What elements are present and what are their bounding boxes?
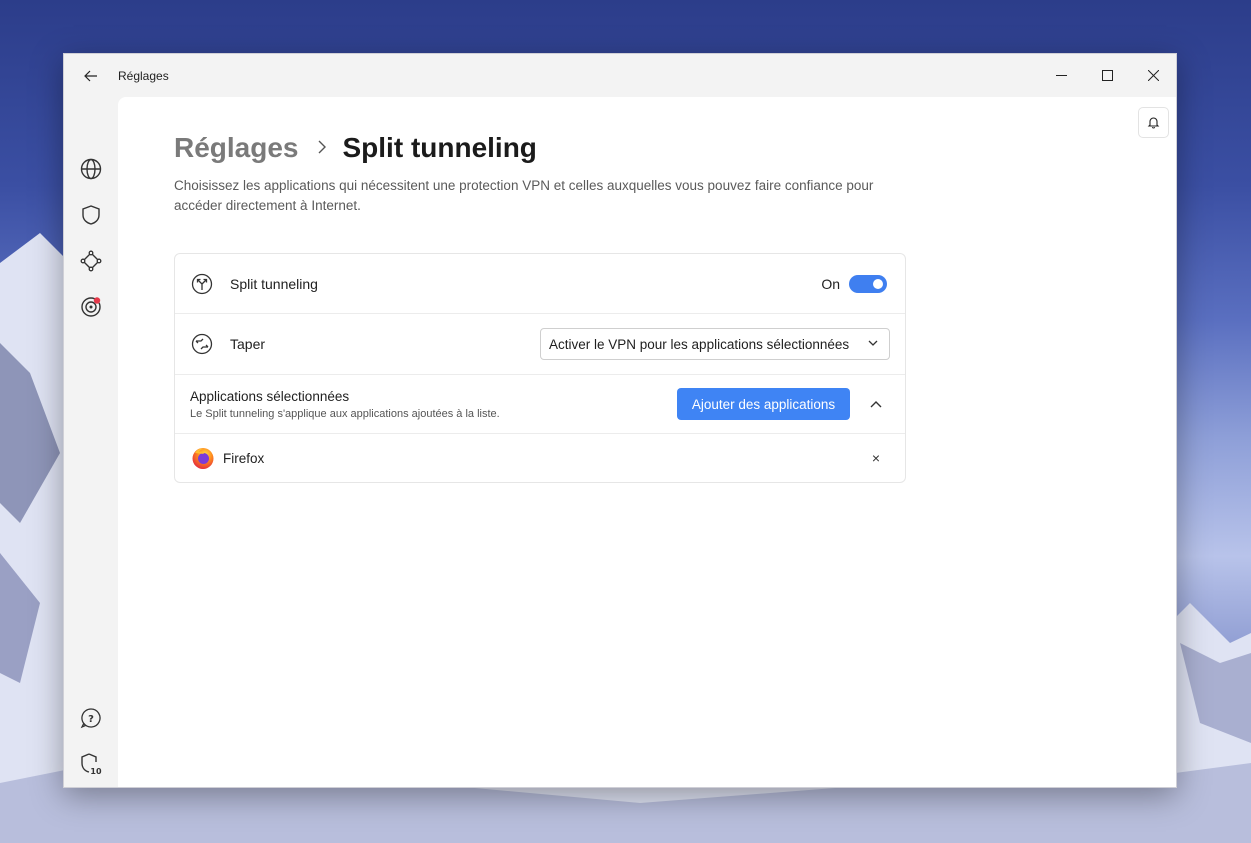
type-select-value: Activer le VPN pour les applications sél… [549, 336, 850, 352]
firefox-icon [192, 448, 214, 469]
breadcrumb: Réglages Split tunneling [174, 132, 537, 164]
app-name: Firefox [223, 450, 265, 466]
type-label: Taper [230, 336, 266, 352]
split-tunneling-row: Split tunneling On [175, 254, 905, 314]
svg-text:?: ? [88, 714, 94, 725]
chevron-down-icon [868, 340, 878, 346]
maximize-button[interactable] [1084, 54, 1130, 97]
split-tunneling-toggle[interactable] [849, 274, 887, 293]
chevron-right-icon [317, 138, 327, 159]
help-icon: ? [80, 708, 101, 729]
arrow-left-icon [84, 70, 97, 81]
selected-apps-header: Applications sélectionnées Le Split tunn… [175, 375, 905, 434]
shield-icon [82, 205, 100, 225]
maximize-icon [1101, 70, 1113, 81]
sidebar-item-help[interactable]: ? [70, 697, 112, 739]
add-apps-button[interactable]: Ajouter des applications [677, 388, 850, 420]
toggle-knob [873, 278, 883, 289]
page-description: Choisissez les applications qui nécessit… [174, 178, 874, 213]
chevron-up-icon[interactable] [869, 397, 883, 411]
minimize-button[interactable] [1038, 54, 1084, 97]
back-button[interactable] [64, 54, 118, 97]
notifications-button[interactable] [1138, 107, 1169, 138]
window-controls [1038, 54, 1176, 97]
sidebar-item-network[interactable] [70, 240, 112, 282]
selected-apps-title: Applications sélectionnées [190, 389, 350, 404]
remove-app-button[interactable]: × [869, 450, 883, 466]
close-icon [1147, 70, 1159, 81]
minimize-icon [1055, 75, 1067, 76]
split-tunneling-toggle-group: On [821, 274, 887, 293]
type-row: Taper Activer le VPN pour les applicatio… [175, 314, 905, 375]
sidebar: ? 10 [64, 97, 118, 787]
app-window: Réglages ? 10 Réglages Split tunneling C… [63, 53, 1177, 788]
sidebar-item-threat[interactable] [70, 286, 112, 328]
split-tunneling-label: Split tunneling [230, 275, 318, 292]
bell-icon [1147, 117, 1160, 129]
split-arrows-icon [191, 273, 213, 295]
page-title: Split tunneling [342, 132, 537, 163]
network-icon [80, 250, 102, 272]
app-list-item: Firefox × [175, 434, 905, 482]
selected-apps-subtitle: Le Split tunneling s'applique aux applic… [190, 408, 500, 420]
shield-ten-icon: 10 [81, 753, 102, 776]
target-icon [81, 297, 101, 317]
close-window-button[interactable] [1130, 54, 1176, 97]
sidebar-item-shield-10[interactable]: 10 [70, 743, 112, 785]
sidebar-item-protection[interactable] [70, 194, 112, 236]
globe-icon [80, 158, 102, 180]
window-title: Réglages [118, 68, 169, 83]
sidebar-item-vpn[interactable] [70, 148, 112, 190]
type-select[interactable]: Activer le VPN pour les applications sél… [540, 328, 890, 360]
settings-card: Split tunneling On Taper Activer le VPN … [174, 253, 906, 483]
globe-route-icon [191, 333, 213, 355]
title-bar: Réglages [64, 54, 1176, 97]
main-content: Réglages Split tunneling Choisissez les … [118, 97, 1176, 787]
svg-text:10: 10 [90, 767, 102, 776]
breadcrumb-parent[interactable]: Réglages [174, 132, 299, 164]
toggle-state-label: On [821, 275, 840, 292]
